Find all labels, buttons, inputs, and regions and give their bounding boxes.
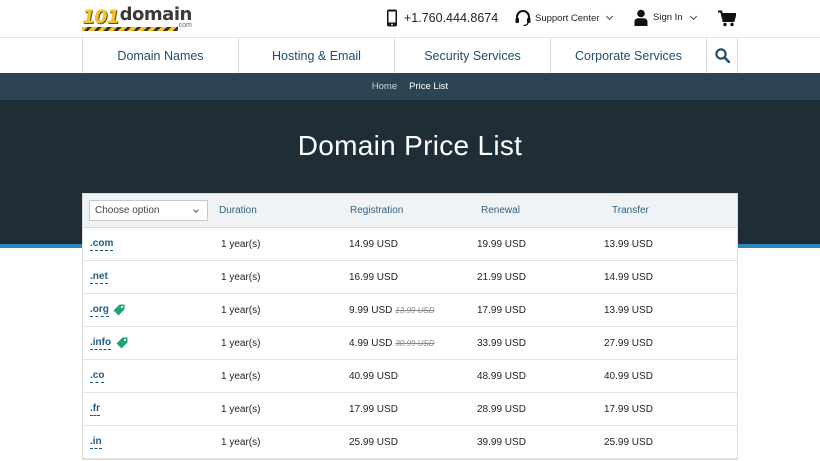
registration-price: 25.99 USD bbox=[349, 437, 398, 448]
duration-cell: 1 year(s) bbox=[221, 338, 261, 349]
tld-filter-select[interactable]: Choose option bbox=[89, 200, 208, 221]
transfer-price: 25.99 USD bbox=[604, 437, 653, 448]
support-center-menu[interactable]: Support Center bbox=[514, 10, 614, 26]
column-header-duration: Duration bbox=[219, 205, 257, 216]
sale-tag-icon bbox=[113, 304, 125, 316]
sign-in-label: Sign In bbox=[653, 12, 683, 23]
nav-corporate-services[interactable]: Corporate Services bbox=[550, 38, 706, 73]
transfer-price: 14.99 USD bbox=[604, 272, 653, 283]
duration-cell: 1 year(s) bbox=[221, 239, 261, 250]
logo-stripe bbox=[82, 27, 178, 31]
sale-price: 9.99 USD bbox=[349, 305, 393, 316]
breadcrumb-home-link[interactable]: Home bbox=[372, 81, 397, 92]
transfer-price: 17.99 USD bbox=[604, 404, 653, 415]
chevron-down-icon bbox=[606, 12, 614, 21]
support-center-label: Support Center bbox=[535, 12, 600, 24]
duration-cell: 1 year(s) bbox=[221, 272, 261, 283]
registration-price: 4.99 USD 30.99 USD bbox=[349, 338, 435, 349]
renewal-price: 17.99 USD bbox=[477, 305, 526, 316]
tld-link[interactable]: .in bbox=[90, 435, 102, 449]
tld-link[interactable]: .com bbox=[90, 237, 114, 251]
table-row: .co 1 year(s) 40.99 USD 48.99 USD 40.99 … bbox=[83, 360, 737, 393]
transfer-price: 40.99 USD bbox=[604, 371, 653, 382]
registration-price: 14.99 USD bbox=[349, 239, 398, 250]
tld-link[interactable]: .co bbox=[90, 369, 105, 383]
renewal-price: 33.99 USD bbox=[477, 338, 526, 349]
breadcrumb-current: Price List bbox=[409, 81, 449, 92]
registration-price: 40.99 USD bbox=[349, 371, 398, 382]
phone-contact[interactable]: +1.760.444.8674 bbox=[386, 9, 498, 27]
tld-link[interactable]: .org bbox=[90, 303, 109, 317]
search-icon bbox=[714, 48, 730, 63]
table-row: .fr 1 year(s) 17.99 USD 28.99 USD 17.99 … bbox=[83, 393, 737, 426]
duration-cell: 1 year(s) bbox=[221, 404, 261, 415]
sign-in-menu[interactable]: Sign In bbox=[634, 9, 697, 26]
page-title: Domain Price List bbox=[297, 130, 523, 161]
registration-price: 16.99 USD bbox=[349, 272, 398, 283]
renewal-price: 39.99 USD bbox=[477, 437, 526, 448]
table-header: Choose option Duration Registration Rene… bbox=[83, 194, 737, 228]
transfer-price: 27.99 USD bbox=[604, 338, 653, 349]
sale-price: 4.99 USD bbox=[349, 338, 393, 349]
table-row: .info 1 year(s) 4.99 USD 30.99 USD 33.99 … bbox=[83, 327, 737, 360]
table-row: .com 1 year(s) 14.99 USD 19.99 USD 13.99… bbox=[83, 228, 737, 261]
original-price: 13.99 USD bbox=[395, 306, 435, 315]
tld-link[interactable]: .info bbox=[90, 336, 112, 350]
user-icon bbox=[634, 9, 648, 26]
breadcrumb: Home Price List bbox=[0, 73, 820, 100]
transfer-price: 13.99 USD bbox=[604, 305, 653, 316]
tld-link[interactable]: .fr bbox=[90, 402, 100, 416]
duration-cell: 1 year(s) bbox=[221, 305, 261, 316]
column-header-transfer: Transfer bbox=[612, 205, 649, 216]
price-table: Choose option Duration Registration Rene… bbox=[82, 193, 738, 460]
phone-number: +1.760.444.8674 bbox=[404, 11, 499, 25]
original-price: 30.99 USD bbox=[395, 339, 435, 348]
renewal-price: 21.99 USD bbox=[477, 272, 526, 283]
logo-suffix: .com bbox=[176, 22, 192, 29]
main-nav: Domain Names Hosting & Email Security Se… bbox=[0, 37, 820, 73]
chevron-down-icon bbox=[193, 207, 199, 213]
chevron-down-icon bbox=[689, 12, 697, 20]
renewal-price: 19.99 USD bbox=[477, 239, 526, 250]
table-row: .in 1 year(s) 25.99 USD 39.99 USD 25.99 … bbox=[83, 426, 737, 459]
headset-icon bbox=[515, 10, 531, 26]
column-header-renewal: Renewal bbox=[481, 205, 520, 216]
logo-number: 101 bbox=[82, 6, 120, 28]
renewal-price: 48.99 USD bbox=[477, 371, 526, 382]
transfer-price: 13.99 USD bbox=[604, 239, 653, 250]
tld-filter-value: Choose option bbox=[95, 205, 160, 216]
column-header-registration: Registration bbox=[350, 205, 404, 216]
table-row: .net 1 year(s) 16.99 USD 21.99 USD 14.99… bbox=[83, 261, 737, 294]
phone-icon bbox=[387, 9, 397, 27]
search-button[interactable] bbox=[706, 38, 738, 73]
table-row: .org 1 year(s) 9.99 USD 13.99 USD 17.99 U… bbox=[83, 294, 737, 327]
registration-price: 17.99 USD bbox=[349, 404, 398, 415]
renewal-price: 28.99 USD bbox=[477, 404, 526, 415]
nav-hosting-email[interactable]: Hosting & Email bbox=[238, 38, 394, 73]
cart-icon[interactable] bbox=[718, 10, 736, 27]
site-logo[interactable]: 101 domain .com bbox=[82, 6, 192, 31]
duration-cell: 1 year(s) bbox=[221, 437, 261, 448]
tld-link[interactable]: .net bbox=[90, 270, 108, 284]
nav-security-services[interactable]: Security Services bbox=[394, 38, 550, 73]
nav-domain-names[interactable]: Domain Names bbox=[82, 38, 238, 73]
top-bar: 101 domain .com +1.760.444.8674 Support … bbox=[0, 0, 820, 37]
registration-price: 9.99 USD 13.99 USD bbox=[349, 305, 435, 316]
sale-tag-icon bbox=[116, 337, 128, 349]
duration-cell: 1 year(s) bbox=[221, 371, 261, 382]
